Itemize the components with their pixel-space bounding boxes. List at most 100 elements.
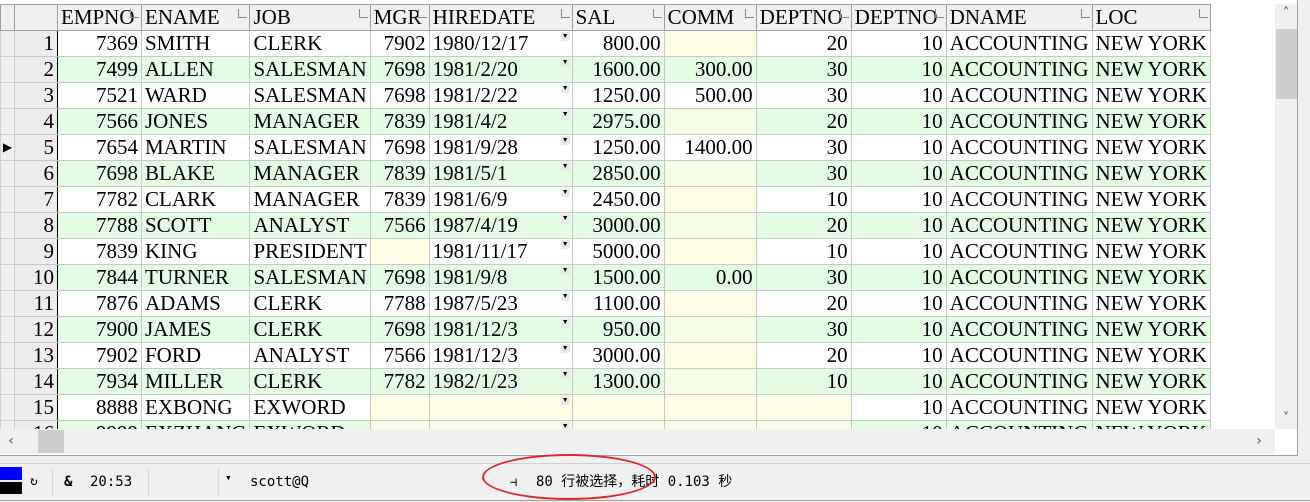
- cell-deptno[interactable]: [755, 394, 852, 421]
- column-header[interactable]: LOC: [1091, 4, 1211, 31]
- cell-sal[interactable]: 1600.00: [571, 56, 665, 83]
- cell-loc[interactable]: NEW YORK: [1091, 290, 1211, 317]
- cell-comm[interactable]: [663, 316, 757, 343]
- cell-loc[interactable]: NEW YORK: [1091, 134, 1211, 161]
- scroll-right-icon[interactable]: ›: [1248, 429, 1270, 454]
- cell-sal[interactable]: 950.00: [571, 316, 665, 343]
- cell-deptno[interactable]: 30: [755, 316, 852, 343]
- table-row[interactable]: 1 7369 SMITH CLERK 7902 1980/12/17 ▼ 800.00 20 10…: [0, 30, 1211, 57]
- cell-job[interactable]: SALESMAN: [249, 82, 371, 109]
- cell-ename[interactable]: MARTIN: [140, 134, 251, 161]
- cell-deptno2[interactable]: 10: [850, 56, 947, 83]
- row-indicator[interactable]: [0, 108, 15, 135]
- column-header[interactable]: MGR: [369, 4, 430, 31]
- row-indicator[interactable]: [0, 238, 15, 265]
- cell-job[interactable]: MANAGER: [249, 108, 371, 135]
- row-number[interactable]: 13: [14, 342, 58, 369]
- cell-hiredate[interactable]: 1981/11/17 ▼: [428, 238, 573, 265]
- cell-job[interactable]: MANAGER: [249, 186, 371, 213]
- cell-hiredate[interactable]: 1981/5/1 ▼: [428, 160, 573, 187]
- date-dropdown-icon[interactable]: ▼: [560, 292, 570, 301]
- cell-job[interactable]: SALESMAN: [249, 134, 371, 161]
- cell-sal[interactable]: [571, 420, 665, 429]
- cell-mgr[interactable]: 7698: [369, 56, 430, 83]
- cell-dname[interactable]: ACCOUNTING: [945, 212, 1093, 239]
- date-dropdown-icon[interactable]: ▼: [560, 240, 570, 249]
- cell-mgr[interactable]: 7839: [369, 160, 430, 187]
- table-row[interactable]: 2 7499 ALLEN SALESMAN 7698 1981/2/20 ▼ 1600.00 3…: [0, 56, 1211, 83]
- cell-dname[interactable]: ACCOUNTING: [945, 316, 1093, 343]
- vertical-scroll-thumb[interactable]: [1276, 29, 1297, 99]
- cell-loc[interactable]: NEW YORK: [1091, 212, 1211, 239]
- date-dropdown-icon[interactable]: ▼: [560, 370, 570, 379]
- cell-dname[interactable]: ACCOUNTING: [945, 342, 1093, 369]
- cell-deptno2[interactable]: 10: [850, 394, 947, 421]
- cell-loc[interactable]: NEW YORK: [1091, 30, 1211, 57]
- cell-hiredate[interactable]: ▼: [428, 394, 573, 421]
- cell-dname[interactable]: ACCOUNTING: [945, 30, 1093, 57]
- cell-deptno[interactable]: 20: [755, 108, 852, 135]
- date-dropdown-icon[interactable]: ▼: [560, 84, 570, 93]
- cell-dname[interactable]: ACCOUNTING: [945, 264, 1093, 291]
- table-row[interactable]: 14 7934 MILLER CLERK 7782 1982/1/23 ▼ 1300.00 10…: [0, 368, 1211, 395]
- cell-deptno2[interactable]: 10: [850, 316, 947, 343]
- vertical-scrollbar[interactable]: ˄ ˅: [1275, 4, 1297, 429]
- cell-loc[interactable]: NEW YORK: [1091, 108, 1211, 135]
- date-dropdown-icon[interactable]: ▼: [560, 188, 570, 197]
- column-header[interactable]: COMM: [663, 4, 757, 31]
- connection-label[interactable]: scott@Q: [250, 468, 309, 496]
- date-dropdown-icon[interactable]: ▼: [560, 162, 570, 171]
- cell-comm[interactable]: [663, 238, 757, 265]
- cell-deptno[interactable]: 20: [755, 30, 852, 57]
- row-number[interactable]: 9: [14, 238, 58, 265]
- cell-mgr[interactable]: 7566: [369, 342, 430, 369]
- cell-mgr[interactable]: 7839: [369, 186, 430, 213]
- row-number[interactable]: 4: [14, 108, 58, 135]
- cell-comm[interactable]: [663, 420, 757, 429]
- cell-empno[interactable]: 7788: [57, 212, 142, 239]
- date-dropdown-icon[interactable]: ▼: [560, 318, 570, 327]
- cell-sal[interactable]: 1250.00: [571, 134, 665, 161]
- table-row[interactable]: 7 7782 CLARK MANAGER 7839 1981/6/9 ▼ 2450.00 10 1…: [0, 186, 1211, 213]
- cell-ename[interactable]: KING: [140, 238, 251, 265]
- scroll-down-icon[interactable]: ˅: [1275, 409, 1297, 429]
- color-indicator-foreground[interactable]: [0, 467, 22, 480]
- cell-loc[interactable]: NEW YORK: [1091, 394, 1211, 421]
- cell-hiredate[interactable]: 1982/1/23 ▼: [428, 368, 573, 395]
- cell-hiredate[interactable]: ▼: [428, 420, 573, 429]
- cell-mgr[interactable]: [369, 394, 430, 421]
- cell-comm[interactable]: [663, 212, 757, 239]
- row-indicator[interactable]: [0, 342, 15, 369]
- cell-deptno2[interactable]: 10: [850, 290, 947, 317]
- row-number[interactable]: 8: [14, 212, 58, 239]
- cell-comm[interactable]: [663, 160, 757, 187]
- table-row[interactable]: 6 7698 BLAKE MANAGER 7839 1981/5/1 ▼ 2850.00 30 1…: [0, 160, 1211, 187]
- cell-loc[interactable]: NEW YORK: [1091, 420, 1211, 429]
- cell-deptno[interactable]: 10: [755, 238, 852, 265]
- cell-hiredate[interactable]: 1981/2/20 ▼: [428, 56, 573, 83]
- cell-job[interactable]: SALESMAN: [249, 56, 371, 83]
- cell-sal[interactable]: 1500.00: [571, 264, 665, 291]
- table-row[interactable]: 10 7844 TURNER SALESMAN 7698 1981/9/8 ▼ 1500.00…: [0, 264, 1211, 291]
- cell-empno[interactable]: 7566: [57, 108, 142, 135]
- cell-loc[interactable]: NEW YORK: [1091, 368, 1211, 395]
- cell-sal[interactable]: 1100.00: [571, 290, 665, 317]
- row-indicator[interactable]: [0, 264, 15, 291]
- cell-hiredate[interactable]: 1987/5/23 ▼: [428, 290, 573, 317]
- cell-loc[interactable]: NEW YORK: [1091, 56, 1211, 83]
- cell-dname[interactable]: ACCOUNTING: [945, 186, 1093, 213]
- cell-deptno[interactable]: 20: [755, 290, 852, 317]
- horizontal-scrollbar[interactable]: ‹ ›: [0, 429, 1275, 454]
- row-indicator[interactable]: [0, 160, 15, 187]
- cell-hiredate[interactable]: 1981/12/3 ▼: [428, 316, 573, 343]
- cell-empno[interactable]: 7782: [57, 186, 142, 213]
- cell-comm[interactable]: [663, 30, 757, 57]
- table-row[interactable]: 16 9999 EXZHANG EXWORD ▼ 10 ACCOUNTING NEW YORK: [0, 420, 1211, 429]
- row-number[interactable]: 10: [14, 264, 58, 291]
- cell-deptno2[interactable]: 10: [850, 160, 947, 187]
- row-number[interactable]: 16: [14, 420, 58, 429]
- cell-comm[interactable]: [663, 186, 757, 213]
- cell-ename[interactable]: MILLER: [140, 368, 251, 395]
- cell-job[interactable]: CLERK: [249, 316, 371, 343]
- cell-comm[interactable]: [663, 108, 757, 135]
